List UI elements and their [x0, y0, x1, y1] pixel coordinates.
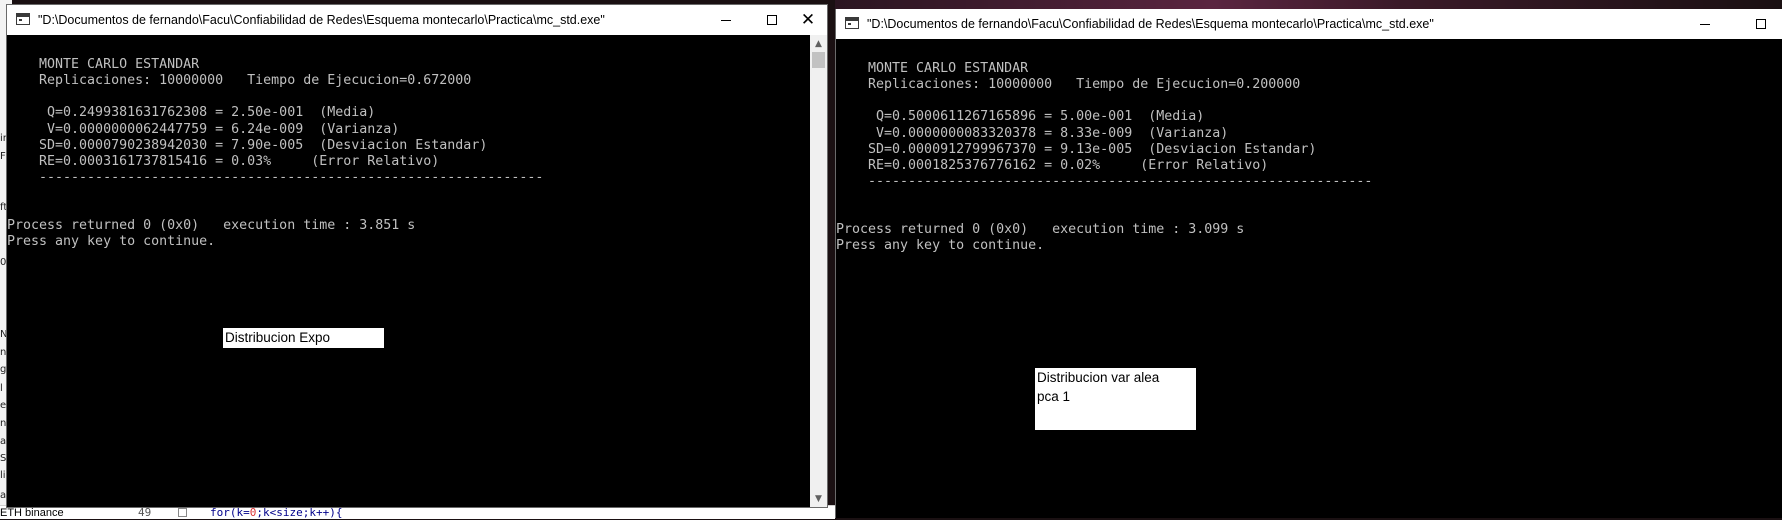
console-app-icon[interactable]: [16, 13, 30, 25]
console-line: Replicaciones: 10000000 Tiempo de Ejecuc…: [836, 77, 1301, 93]
scroll-up-arrow-icon[interactable]: ▲: [810, 35, 827, 52]
minimize-icon: [1700, 23, 1710, 25]
annotation-label: Distribucion Expo: [223, 328, 384, 348]
console-line: Q=0.2499381631762308 = 2.50e-001 (Media): [7, 105, 376, 121]
scroll-down-arrow-icon[interactable]: ▼: [810, 490, 827, 507]
console-app-icon[interactable]: [845, 17, 859, 29]
console-line: V=0.0000000083320378 = 8.33e-009 (Varian…: [836, 125, 1229, 141]
console-line: Replicaciones: 10000000 Tiempo de Ejecuc…: [7, 73, 472, 89]
window-title: "D:\Documentos de fernando\Facu\Confiabi…: [38, 13, 605, 27]
minimize-button[interactable]: [1682, 9, 1728, 39]
console-line: ----------------------------------------…: [836, 173, 1373, 189]
console-line: Press any key to continue.: [7, 234, 216, 250]
title-bar[interactable]: "D:\Documentos de fernando\Facu\Confiabi…: [836, 9, 1782, 39]
background-text-fragment: l: [0, 383, 3, 394]
console-line: ----------------------------------------…: [7, 169, 544, 185]
minimize-button[interactable]: [703, 5, 749, 35]
console-line: MONTE CARLO ESTANDAR: [836, 61, 1029, 77]
console-window-right[interactable]: "D:\Documentos de fernando\Facu\Confiabi…: [835, 9, 1782, 518]
vertical-scrollbar[interactable]: ▲ ▼: [810, 35, 827, 507]
maximize-icon: [1756, 19, 1766, 29]
console-line: SD=0.0000790238942030 = 7.90e-005 (Desvi…: [7, 137, 488, 153]
fold-toggle-icon[interactable]: [178, 508, 187, 517]
console-line: MONTE CARLO ESTANDAR: [7, 57, 200, 73]
title-bar[interactable]: "D:\Documentos de fernando\Facu\Confiabi…: [7, 5, 827, 35]
console-line: SD=0.0000912799967370 = 9.13e-005 (Desvi…: [836, 141, 1317, 157]
console-line: Process returned 0 (0x0) execution time …: [836, 222, 1245, 238]
console-line: RE=0.0001825376776162 = 0.02% (Error Rel…: [836, 157, 1269, 173]
annotation-label: Distribucion var alea pca 1: [1035, 368, 1196, 430]
desktop-wallpaper: [835, 0, 1782, 9]
console-line: Process returned 0 (0x0) execution time …: [7, 218, 416, 234]
console-line: Q=0.5000611267165896 = 5.00e-001 (Media): [836, 109, 1205, 125]
console-window-left[interactable]: "D:\Documentos de fernando\Facu\Confiabi…: [6, 4, 828, 508]
minimize-icon: [721, 19, 731, 21]
close-button[interactable]: ✕: [785, 5, 831, 35]
console-output[interactable]: MONTE CARLO ESTANDAR Replicaciones: 1000…: [7, 35, 827, 507]
window-title: "D:\Documentos de fernando\Facu\Confiabi…: [867, 17, 1434, 31]
console-output[interactable]: MONTE CARLO ESTANDAR Replicaciones: 1000…: [836, 39, 1782, 518]
console-line: V=0.0000000062447759 = 6.24e-009 (Varian…: [7, 121, 400, 137]
maximize-button[interactable]: [1738, 9, 1782, 39]
background-text-fragment: F: [0, 151, 6, 162]
close-icon: ✕: [800, 9, 816, 30]
background-text-fragment: li: [0, 470, 6, 481]
console-line: Press any key to continue.: [836, 238, 1045, 254]
scrollbar-thumb[interactable]: [812, 52, 825, 68]
console-line: RE=0.0003161737815416 = 0.03% (Error Rel…: [7, 153, 440, 169]
maximize-icon: [767, 15, 777, 25]
